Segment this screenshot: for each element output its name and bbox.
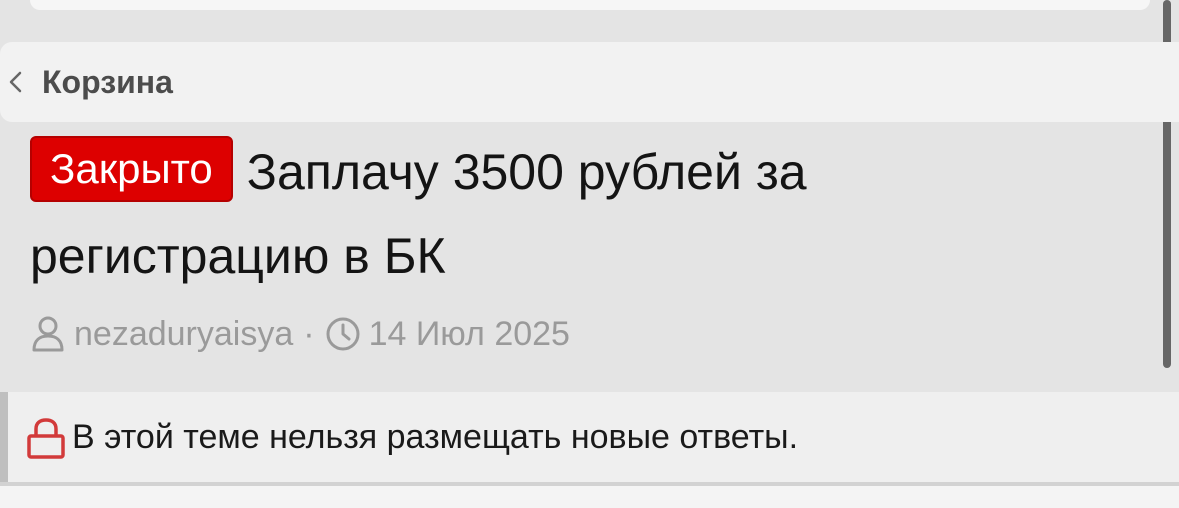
user-icon [32,316,64,352]
status-badge: Закрыто [30,136,233,202]
lock-icon [27,418,65,459]
thread-meta: nezaduryaisya · 14 Июл 2025 [30,312,570,356]
next-section [0,486,1179,508]
thread-title-block: Закрыто Заплачу 3500 рублей за регистраци… [30,130,1110,298]
breadcrumb[interactable]: Корзина [0,42,1179,122]
thread-date[interactable]: 14 Июл 2025 [369,315,570,354]
previous-card [30,0,1150,10]
closed-notice: В этой теме нельзя размещать новые ответ… [0,392,1179,482]
chevron-left-icon [9,71,22,93]
author-link[interactable]: nezaduryaisya [74,315,293,354]
clock-icon [326,317,360,351]
meta-separator: · [303,314,315,353]
breadcrumb-link-basket[interactable]: Корзина [42,62,173,102]
notice-text: В этой теме нельзя размещать новые ответ… [72,418,799,456]
